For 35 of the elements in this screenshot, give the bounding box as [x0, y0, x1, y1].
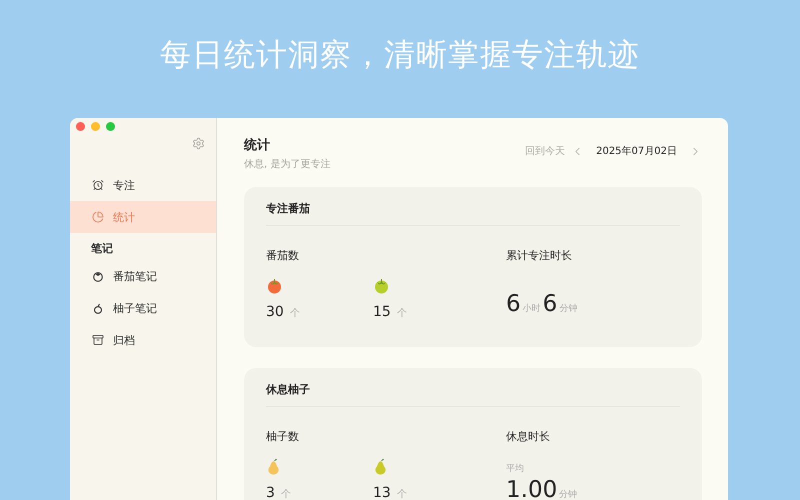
pear-icon — [373, 458, 388, 475]
card-title: 专注番茄 — [266, 201, 680, 226]
settings-icon[interactable] — [192, 137, 205, 150]
count-value: 15 个 — [373, 303, 408, 320]
page-subtitle: 休息, 是为了更专注 — [244, 158, 330, 171]
archive-icon — [92, 334, 104, 346]
tomato-icon — [373, 277, 390, 294]
sidebar-item[interactable]: 归档 — [70, 324, 216, 356]
tomato-icon — [92, 270, 104, 282]
sidebar-item[interactable]: 番茄笔记 — [70, 260, 216, 292]
average-caption: 平均 — [506, 462, 525, 475]
date-text: 2025年07月02日 — [596, 145, 677, 158]
alarm-clock-icon — [92, 179, 104, 191]
duration-value: 1.00 分钟 — [506, 477, 578, 500]
pear-icon — [266, 458, 281, 475]
window-control[interactable] — [106, 122, 115, 131]
stat-label: 休息时长 — [506, 429, 551, 444]
stat-label: 柚子数 — [266, 429, 300, 444]
card-title: 休息柚子 — [266, 382, 680, 407]
window-control[interactable] — [91, 122, 100, 131]
stat-label: 番茄数 — [266, 248, 300, 263]
count-value: 13 个 — [373, 484, 408, 500]
headline: 每日统计洞察，清晰掌握专注轨迹 — [159, 36, 641, 75]
count-value: 3 个 — [266, 484, 292, 500]
tomato-icon — [266, 277, 283, 294]
stat-label: 累计专注时长 — [506, 248, 573, 263]
sidebar-item[interactable]: 专注 — [70, 169, 216, 201]
page-title: 统计 — [244, 136, 271, 154]
count-value: 30 个 — [266, 303, 301, 320]
window-control[interactable] — [76, 122, 85, 131]
section-heading: 笔记 — [90, 241, 114, 257]
duration-value: 6 小时 6 分钟 — [506, 291, 578, 317]
sidebar-item[interactable]: 柚子笔记 — [70, 292, 216, 324]
fruit-icon — [92, 302, 104, 314]
pie-chart-icon — [92, 211, 104, 223]
